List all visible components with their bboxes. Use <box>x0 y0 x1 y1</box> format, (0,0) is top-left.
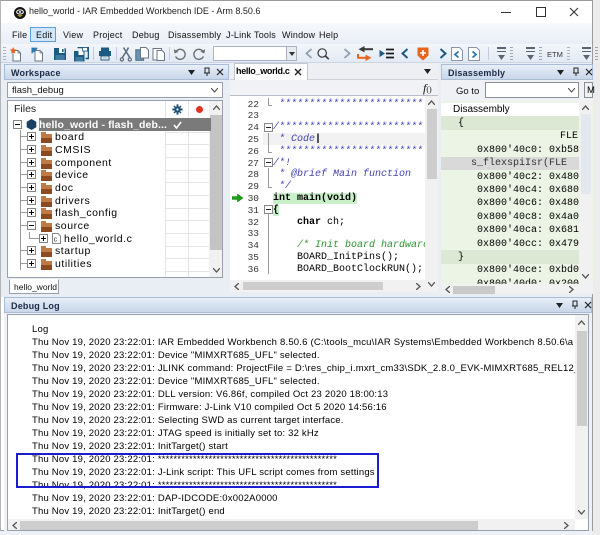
svg-text:c: c <box>54 236 58 243</box>
